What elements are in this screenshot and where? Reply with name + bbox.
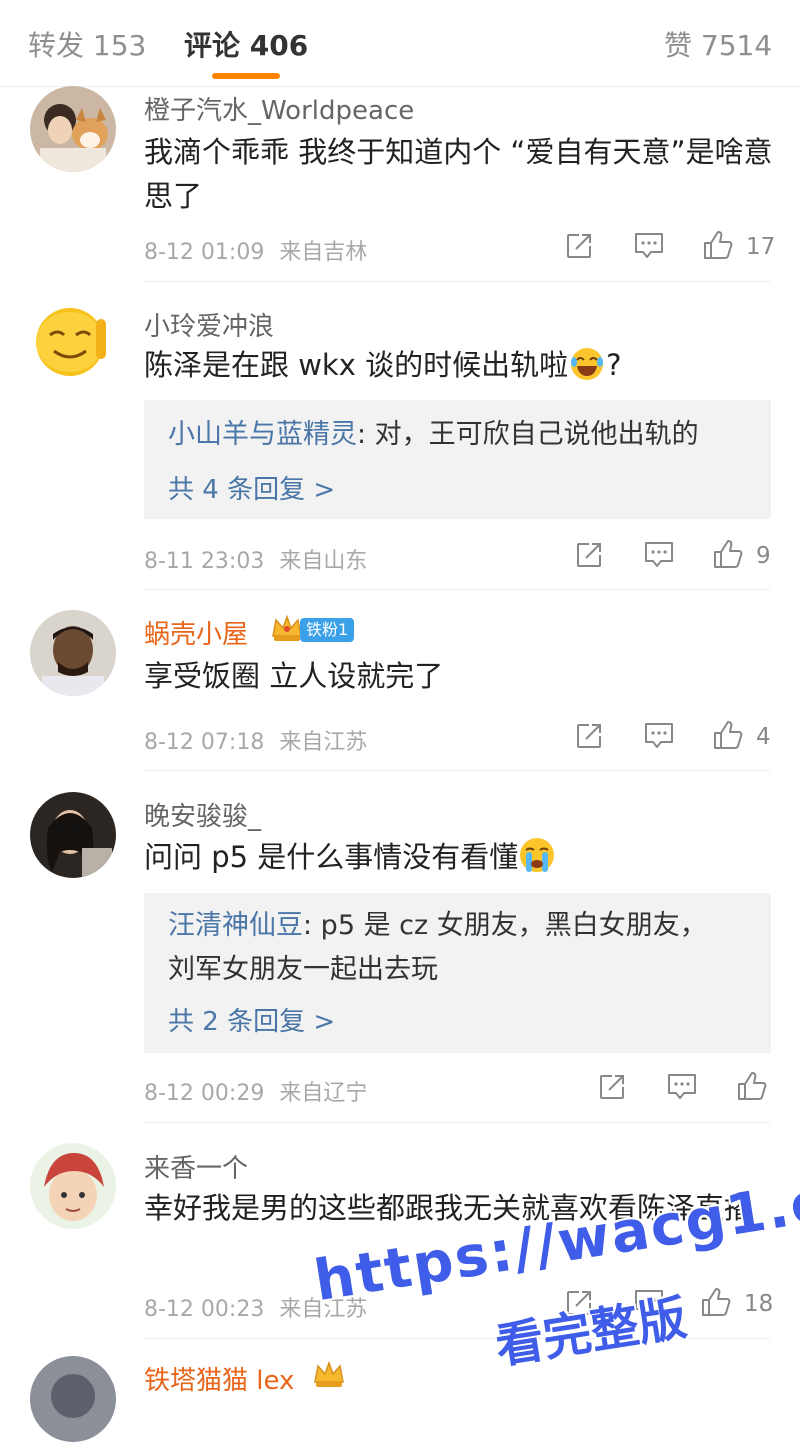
view-replies-link[interactable]: 共 4 条回复 >	[168, 469, 335, 506]
comment-meta: 8-11 23:03 来自山东	[144, 543, 367, 575]
divider	[144, 589, 770, 590]
comment-time: 8-12 01:09	[144, 240, 265, 265]
share-icon[interactable]	[575, 541, 603, 569]
comment-location: 来自江苏	[279, 730, 368, 755]
like-count: 9	[756, 543, 771, 569]
comment-text: 我滴个乖乖 我终于知道内个 “爱自有天意”是啥意思了	[144, 135, 773, 213]
comment-location: 来自江苏	[279, 1297, 368, 1322]
reply-text: : 对，王可欣自己说他出轨的	[357, 419, 699, 450]
crown-icon	[272, 614, 302, 641]
comment-username[interactable]: 蜗壳小屋	[144, 614, 248, 651]
like-icon[interactable]	[712, 719, 744, 751]
like-icon[interactable]	[700, 1286, 732, 1318]
comment-location: 来自吉林	[279, 240, 368, 265]
comment-icon[interactable]	[634, 232, 664, 260]
comment-time: 8-12 00:23	[144, 1297, 265, 1322]
reply-username[interactable]: 小山羊与蓝精灵	[168, 419, 357, 450]
tab-repost[interactable]: 转发 153	[28, 24, 146, 64]
like-icon[interactable]	[712, 538, 744, 570]
laughing-emoji-icon	[571, 348, 604, 380]
comment-time: 8-12 07:18	[144, 730, 265, 755]
divider	[144, 770, 770, 771]
comment-icon[interactable]	[644, 541, 674, 569]
comment-username[interactable]: 铁塔猫猫 lex	[144, 1360, 294, 1397]
comment-meta: 8-12 00:29 来自辽宁	[144, 1075, 367, 1107]
comment-time: 8-11 23:03	[144, 549, 265, 574]
reply-preview: 小山羊与蓝精灵: 对，王可欣自己说他出轨的	[168, 414, 758, 456]
avatar[interactable]	[30, 86, 116, 172]
comment-meta: 8-12 01:09 来自吉林	[144, 234, 367, 266]
like-icon[interactable]	[736, 1070, 768, 1102]
comment-username[interactable]: 晚安骏骏_	[144, 796, 261, 833]
crying-emoji-icon	[520, 838, 555, 872]
reply-username[interactable]: 汪清神仙豆	[168, 910, 303, 941]
reply-box[interactable]: 汪清神仙豆: p5 是 cz 女朋友，黑白女朋友， 刘军女朋友一起出去玩 共 2…	[144, 893, 771, 1053]
comment-text: 陈泽是在跟 wkx 谈的时候出轨啦 ?	[144, 343, 776, 387]
share-icon[interactable]	[565, 1289, 593, 1317]
avatar[interactable]	[30, 610, 116, 696]
divider	[144, 1122, 770, 1123]
tab-likes[interactable]: 赞 7514	[664, 24, 772, 64]
comment-icon[interactable]	[667, 1073, 697, 1101]
comment-icon[interactable]	[644, 722, 674, 750]
fan-badge: 铁粉1	[300, 618, 355, 642]
comment-location: 来自山东	[279, 549, 368, 574]
comment-time: 8-12 00:29	[144, 1081, 265, 1106]
reply-text: : p5 是 cz 女朋友，黑白女朋友，	[303, 910, 707, 941]
share-icon[interactable]	[565, 232, 593, 260]
comment-username[interactable]: 小玲爱冲浪	[144, 306, 274, 343]
like-count: 18	[744, 1291, 774, 1317]
like-icon[interactable]	[702, 229, 734, 261]
view-replies-link[interactable]: 共 2 条回复 >	[168, 1001, 335, 1038]
reply-text-continued: 刘军女朋友一起出去玩	[168, 954, 438, 985]
avatar[interactable]	[30, 1356, 116, 1442]
like-count: 4	[756, 724, 771, 750]
comment-username[interactable]: 来香一个	[144, 1148, 248, 1185]
share-icon[interactable]	[598, 1073, 626, 1101]
comment-icon[interactable]	[634, 1289, 664, 1317]
reply-box[interactable]: 小山羊与蓝精灵: 对，王可欣自己说他出轨的 共 4 条回复 >	[144, 400, 771, 519]
comment-meta: 8-12 00:23 来自江苏	[144, 1291, 367, 1323]
comment-location: 来自辽宁	[279, 1081, 368, 1106]
divider	[144, 281, 770, 282]
comment-text: 幸好我是男的这些都跟我无关就喜欢看陈泽直播	[144, 1191, 754, 1225]
active-tab-indicator	[212, 73, 280, 79]
avatar[interactable]	[30, 792, 116, 878]
comment-text: 问问 p5 是什么事情没有看懂	[144, 835, 776, 879]
comment-tabs: 转发 153 评论 406 赞 7514	[0, 0, 800, 87]
avatar[interactable]	[30, 297, 116, 383]
comment-text-main: 问问 p5 是什么事情没有看懂	[144, 840, 519, 874]
like-count: 17	[746, 234, 776, 260]
share-icon[interactable]	[575, 722, 603, 750]
comment-username[interactable]: 橙子汽水_Worldpeace	[144, 90, 414, 127]
reply-preview: 汪清神仙豆: p5 是 cz 女朋友，黑白女朋友，	[168, 905, 758, 947]
comment-text-main: 陈泽是在跟 wkx 谈的时候出轨啦	[144, 348, 569, 382]
avatar[interactable]	[30, 1143, 116, 1229]
comment-text-tail: ?	[606, 348, 622, 382]
tab-comments[interactable]: 评论 406	[184, 24, 308, 64]
comment-text: 享受饭圈 立人设就完了	[144, 659, 444, 693]
comment-meta: 8-12 07:18 来自江苏	[144, 724, 367, 756]
divider	[144, 1338, 770, 1339]
